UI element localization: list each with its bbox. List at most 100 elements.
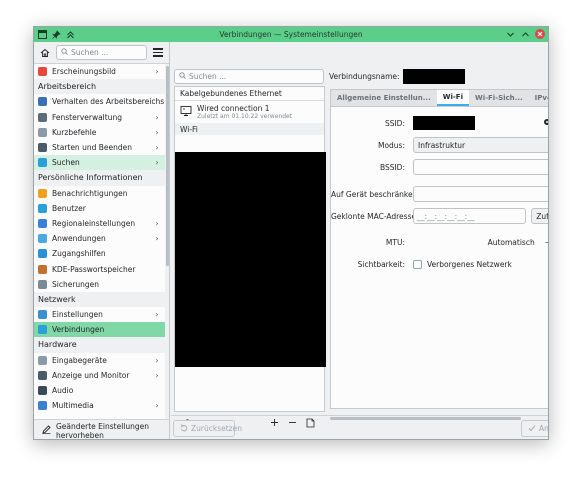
mtu-decrement-button[interactable]: −	[545, 238, 548, 247]
settings-tab[interactable]: Wi-Fi	[436, 90, 469, 106]
ssid-field-redacted[interactable]	[413, 116, 475, 130]
sidebar-item-label: Benutzer	[52, 203, 86, 213]
sidebar-scrollbar[interactable]	[166, 66, 169, 419]
window-menu-icon[interactable]	[37, 29, 47, 39]
keep-above-icon[interactable]	[65, 29, 75, 39]
sidebar-item-label: KDE-Passwortspeicher	[52, 264, 136, 274]
wired-connection-last-used: Zuletzt am 01.10.22 verwendet	[197, 113, 293, 120]
display-icon	[38, 370, 47, 380]
cloned-mac-field[interactable]: __:__:__:__:__:__	[413, 208, 527, 224]
sidebar-search-input[interactable]: Suchen ...	[56, 45, 147, 60]
hidden-network-checkbox-row[interactable]: Verborgenes Netzwerk	[413, 259, 512, 269]
sidebar-item[interactable]: Multimedia ›	[34, 398, 165, 413]
sidebar-item-label: Eingabegeräte	[52, 355, 107, 365]
sidebar-category-list: Erscheinungsbild › Arbeitsbereich Verhalten…	[34, 64, 165, 419]
window-management-icon	[38, 112, 47, 122]
connection-name-field-redacted[interactable]	[402, 68, 465, 84]
bssid-label: BSSID:	[379, 162, 405, 172]
ssid-menu-icon[interactable]	[543, 118, 548, 128]
checkmark-icon	[528, 424, 536, 434]
sidebar-item-label: Einstellungen	[52, 310, 103, 320]
shortcuts-icon	[38, 127, 47, 137]
settings-tab[interactable]: Allgemeine Einstellun...	[331, 90, 437, 106]
sidebar-item[interactable]: Verhalten des Arbeitsbereichs›	[34, 94, 165, 109]
apply-button[interactable]: Anwenden	[521, 420, 549, 437]
settings-tab[interactable]: Wi-Fi-Sich...	[469, 90, 529, 106]
settings-horizontal-scrollbar[interactable]	[330, 417, 521, 420]
cloned-mac-label: Geklonte MAC-Adresse::	[331, 211, 422, 221]
chevron-right-icon: ›	[155, 158, 159, 168]
connection-name-label: Verbindungsname:	[329, 71, 400, 81]
highlight-changed-button[interactable]: Geänderte Einstellungen hervorheben	[34, 419, 170, 439]
hamburger-menu-icon[interactable]	[151, 46, 165, 60]
sidebar-item[interactable]: KDE-Passwortspeicher	[34, 261, 165, 276]
mtu-spinbox[interactable]: Automatisch −	[413, 234, 548, 250]
restrict-device-label: Auf Gerät beschränken:	[331, 189, 420, 199]
wired-connection-item[interactable]: Wired connection 1 Zuletzt am 01.10.22 v…	[175, 101, 324, 123]
settings-tab-panel: Allgemeine Einstellun... Wi-Fi Wi-Fi-Sich.…	[330, 89, 549, 409]
sidebar-item[interactable]: Verbindungen	[34, 322, 165, 338]
apply-label: Anwenden	[539, 424, 549, 433]
sidebar-item-label: Benachrichtigungen	[52, 188, 128, 198]
sidebar-item[interactable]: Sicherungen	[34, 277, 165, 292]
sidebar-item[interactable]: Benachrichtigungen	[34, 186, 165, 201]
maximize-icon[interactable]	[520, 29, 530, 39]
sidebar-item-label: Audio	[52, 386, 74, 396]
connections-search-placeholder: Suchen ...	[189, 72, 227, 81]
chevron-right-icon: ›	[155, 234, 159, 244]
sidebar-item-label: Anzeige und Monitor	[52, 370, 130, 380]
sidebar-item[interactable]: Einstellungen ›	[34, 307, 165, 322]
sidebar-search-placeholder: Suchen ...	[71, 48, 109, 57]
reset-label: Zurücksetzen	[191, 424, 242, 433]
sidebar-item[interactable]: Anwendungen ›	[34, 231, 165, 246]
sidebar-category-header: Persönliche Informationen	[34, 170, 165, 186]
sidebar-item[interactable]: Zugangshilfen	[34, 246, 165, 261]
connections-search-input[interactable]: Suchen ...	[174, 69, 324, 84]
sidebar-item[interactable]: Kurzbefehle ›	[34, 125, 165, 140]
wired-network-icon	[180, 105, 192, 119]
search-icon	[179, 72, 186, 81]
reset-button[interactable]: Zurücksetzen	[173, 420, 242, 437]
title-bar[interactable]: Verbindungen — Systemeinstellungen	[34, 27, 548, 42]
search-icon	[61, 48, 68, 57]
bssid-field[interactable]	[413, 159, 548, 175]
hidden-network-checkbox[interactable]	[413, 259, 422, 269]
minimize-icon[interactable]	[505, 29, 515, 39]
undo-icon	[180, 423, 188, 434]
sidebar-item[interactable]: Benutzer	[34, 201, 165, 216]
add-connection-icon[interactable]	[265, 418, 283, 430]
footer-divider	[171, 415, 548, 416]
chevron-right-icon: ›	[155, 143, 159, 153]
connection-settings-panel: Verbindungsname: Allgemeine Einstellun..…	[329, 42, 549, 439]
home-icon[interactable]	[38, 46, 52, 60]
close-icon[interactable]	[535, 29, 545, 39]
sidebar-item[interactable]: Regionaleinstellungen ›	[34, 216, 165, 231]
mode-select[interactable]: Infrastruktur	[413, 137, 548, 153]
sidebar-item[interactable]: Starten und Beenden ›	[34, 140, 165, 155]
notifications-icon	[38, 188, 47, 198]
remove-connection-icon[interactable]	[283, 418, 301, 430]
sidebar-item[interactable]: Audio	[34, 383, 165, 398]
chevron-right-icon: ›	[155, 218, 159, 228]
restrict-device-field[interactable]	[413, 186, 548, 202]
sidebar-item-label: Starten und Beenden	[52, 143, 132, 153]
sidebar-item[interactable]: Erscheinungsbild ›	[34, 64, 165, 79]
sidebar-item[interactable]: Eingabegeräte ›	[34, 353, 165, 368]
system-settings-window: Verbindungen — Systemeinstellungen Suche…	[33, 26, 549, 440]
pin-icon[interactable]	[51, 29, 61, 39]
sidebar-item[interactable]: Anzeige und Monitor ›	[34, 368, 165, 383]
random-mac-button[interactable]: Zufä	[531, 208, 549, 224]
export-connection-icon[interactable]	[301, 418, 319, 431]
chevron-right-icon: ›	[155, 112, 159, 122]
settings-tab[interactable]: IPv4	[529, 90, 548, 106]
sidebar-item[interactable]: Suchen ›	[34, 155, 165, 171]
sidebar-item[interactable]: Fensterverwaltung ›	[34, 110, 165, 125]
kde-wallet-icon	[38, 264, 47, 274]
random-mac-label: Zufä	[536, 211, 549, 221]
hidden-network-label: Verborgenes Netzwerk	[427, 259, 512, 269]
chevron-right-icon: ›	[155, 370, 159, 380]
chevron-right-icon: ›	[155, 310, 159, 320]
wifi-list-redacted	[175, 152, 326, 367]
sidebar-category-header: Hardware	[34, 337, 165, 353]
cloned-mac-row: Geklonte MAC-Adresse:: __:__:__:__:__:__…	[331, 208, 549, 224]
